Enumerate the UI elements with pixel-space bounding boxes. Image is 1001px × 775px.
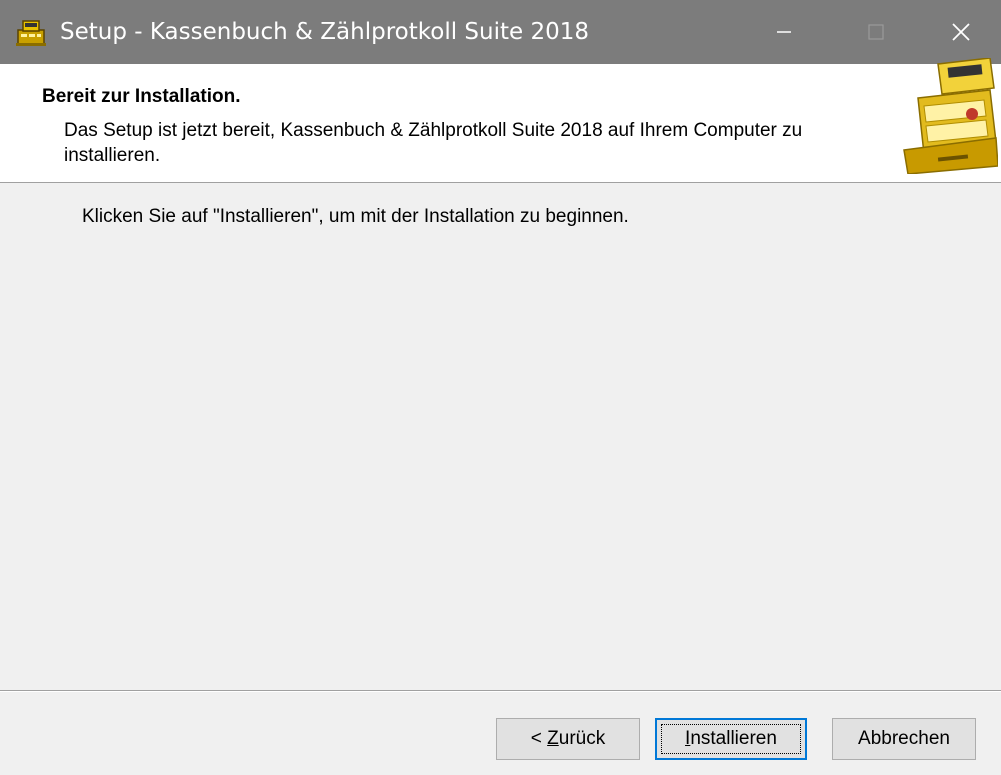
back-accelerator: Z: [547, 728, 559, 749]
back-prefix: <: [530, 728, 548, 749]
back-label: urück: [558, 728, 606, 749]
focus-rectangle: [661, 724, 801, 754]
footer-divider-highlight: [0, 691, 1001, 692]
page-subtitle: Das Setup ist jetzt bereit, Kassenbuch &…: [64, 120, 803, 166]
close-button[interactable]: [920, 0, 1001, 64]
back-button[interactable]: < Zurück: [496, 718, 640, 760]
cash-register-icon: [16, 20, 46, 46]
install-button[interactable]: Installieren: [655, 718, 807, 760]
window-title: Setup - Kassenbuch & Zählprotkoll Suite …: [60, 19, 589, 45]
title-bar[interactable]: Setup - Kassenbuch & Zählprotkoll Suite …: [0, 0, 1001, 64]
maximize-icon: [868, 24, 884, 40]
maximize-button: [830, 0, 922, 64]
cancel-label: Abbrechen: [858, 728, 950, 749]
instruction-text: Klicken Sie auf "Installieren", um mit d…: [82, 206, 629, 227]
cash-register-logo: [903, 58, 998, 174]
close-icon: [951, 23, 970, 41]
minimize-icon: [777, 31, 791, 33]
header-panel: Bereit zur Installation. Das Setup ist j…: [0, 64, 1001, 183]
minimize-button[interactable]: [738, 0, 830, 64]
setup-window: Setup - Kassenbuch & Zählprotkoll Suite …: [0, 0, 1001, 775]
cancel-button[interactable]: Abbrechen: [832, 718, 976, 760]
page-title: Bereit zur Installation.: [42, 86, 241, 107]
